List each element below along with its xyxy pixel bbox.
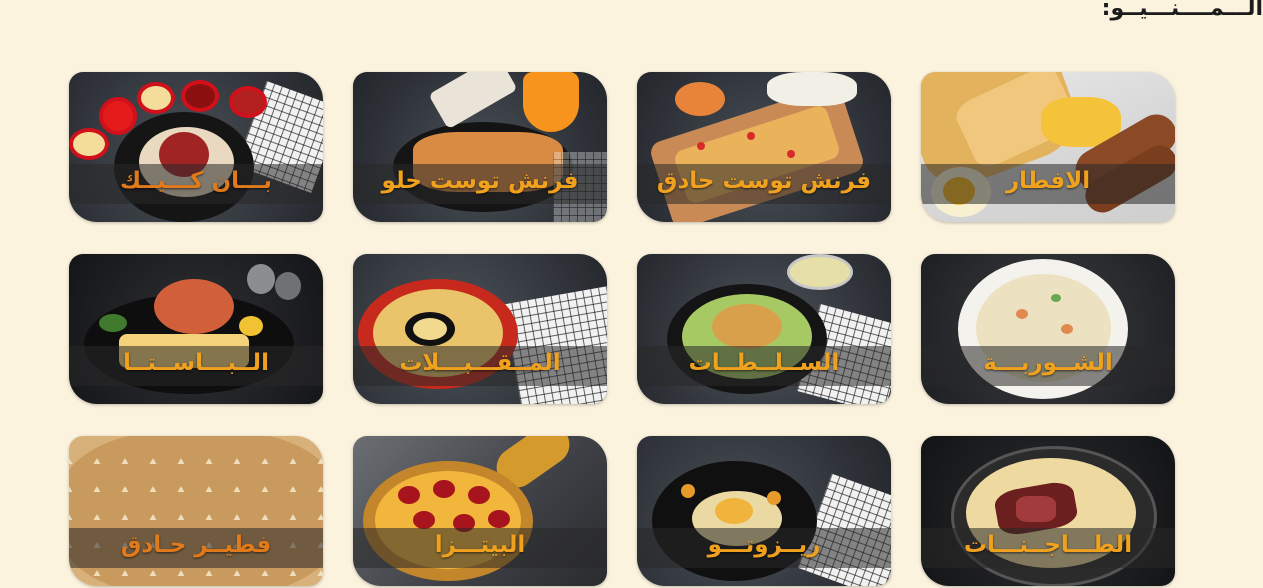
category-card-savory-french-toast[interactable]: فرنش توست حادق	[637, 72, 891, 222]
category-label: فطيــر حـادق	[120, 532, 272, 558]
category-card-risotto[interactable]: ريــزوتـــو	[637, 436, 891, 586]
category-card-appetizers[interactable]: المــقـــبـــلات	[353, 254, 607, 404]
category-label: فرنش توست حادق	[656, 168, 872, 194]
category-label: المــقـــبـــلات	[399, 350, 561, 376]
category-label: ريــزوتـــو	[707, 532, 821, 558]
category-card-soup[interactable]: الشــوربـــة	[921, 254, 1175, 404]
menu-heading: الـــمــــنـــيــو:	[1101, 0, 1263, 21]
category-card-sweet-french-toast[interactable]: فرنش توست حلو	[353, 72, 607, 222]
category-label: الــبـــاســتــا	[123, 350, 269, 376]
category-label: فرنش توست حلو	[381, 168, 579, 194]
category-card-pasta[interactable]: الــبـــاســتــا	[69, 254, 323, 404]
category-label: الســلــطــات	[688, 350, 840, 376]
category-card-breakfast[interactable]: الافطار	[921, 72, 1175, 222]
category-card-tajine[interactable]: الطـــاجــنـــات	[921, 436, 1175, 586]
category-label: الشــوربـــة	[983, 350, 1113, 376]
category-grid: الافطار فرنش توست حادق فرنش توست حلو بــ…	[69, 72, 1175, 586]
category-card-pancake[interactable]: بـــان كـــيــك	[69, 72, 323, 222]
category-label: بـــان كـــيــك	[120, 168, 272, 194]
category-card-salad[interactable]: الســلــطــات	[637, 254, 891, 404]
category-label: البيتـــزا	[434, 532, 526, 558]
menu-page: الـــمــــنـــيــو: الافطار فرنش توست حا…	[0, 0, 1263, 588]
category-label: الافطار	[1005, 168, 1091, 194]
category-label: الطـــاجــنـــات	[963, 532, 1133, 558]
category-card-savory-pie[interactable]: فطيــر حـادق	[69, 436, 323, 586]
category-card-pizza[interactable]: البيتـــزا	[353, 436, 607, 586]
